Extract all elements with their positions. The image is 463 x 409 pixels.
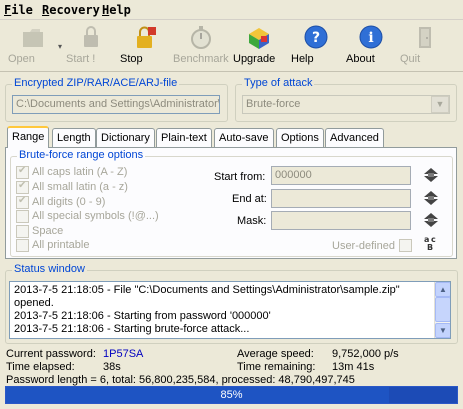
quit-door-icon: [412, 24, 438, 50]
tab-dictionary[interactable]: Dictionary: [96, 128, 155, 147]
tab-length[interactable]: Length: [52, 128, 96, 147]
progress-label: 85%: [220, 389, 243, 401]
start-lock-icon: [78, 24, 104, 50]
space-label: Space: [32, 225, 64, 237]
time-remaining-label: Time remaining:: [237, 361, 316, 373]
end-at-label: End at:: [232, 193, 267, 205]
user-defined-checkbox[interactable]: [399, 239, 412, 252]
all-digits-checkbox[interactable]: [16, 195, 29, 209]
tab-auto-save[interactable]: Auto-save: [214, 128, 274, 147]
scroll-thumb[interactable]: [435, 297, 450, 322]
attack-type-dropdown-icon[interactable]: ▼: [431, 96, 449, 113]
status-log[interactable]: 2013-7-5 21:18:05 - File "C:\Documents a…: [9, 281, 451, 339]
all-caps-latin-label: All caps latin (A - Z): [32, 166, 128, 178]
benchmark-button[interactable]: Benchmark: [173, 22, 229, 70]
all-special-symbols-label: All special symbols (!@...): [32, 210, 159, 222]
end-at-input[interactable]: [271, 189, 411, 208]
scroll-up-icon[interactable]: ▲: [435, 282, 450, 297]
charset-abc-icon[interactable]: acB: [423, 234, 439, 252]
menu-file[interactable]: File: [4, 3, 33, 17]
tab-range[interactable]: Range: [7, 126, 50, 148]
mask-arrows-icon[interactable]: [423, 212, 439, 228]
space-checkbox[interactable]: [16, 225, 29, 238]
about-info-icon: i: [358, 24, 384, 50]
stop-lock-icon: [132, 24, 158, 50]
progress-bar: 85%: [5, 386, 458, 404]
start-from-arrows-icon[interactable]: [423, 167, 439, 183]
all-special-symbols-checkbox[interactable]: [16, 210, 29, 223]
mask-input[interactable]: [271, 211, 411, 230]
menu-bar: File Recovery Help: [0, 0, 463, 20]
stop-button[interactable]: Stop: [120, 22, 170, 70]
upgrade-button[interactable]: Upgrade: [233, 22, 285, 70]
help-button[interactable]: ? Help: [291, 22, 341, 70]
attack-type-value: Brute-force: [246, 98, 301, 110]
time-elapsed-value: 38s: [103, 361, 121, 373]
current-password-value: 1P57SA: [103, 348, 144, 360]
all-small-latin-checkbox[interactable]: [16, 180, 29, 194]
stopwatch-icon: [188, 24, 214, 50]
start-from-input[interactable]: 000000: [271, 166, 411, 185]
menu-recovery[interactable]: Recovery: [42, 3, 100, 17]
quit-button[interactable]: Quit: [400, 22, 450, 70]
status-scrollbar[interactable]: ▲ ▼: [434, 282, 450, 338]
help-question-icon: ?: [303, 24, 329, 50]
about-button[interactable]: i About: [346, 22, 396, 70]
mask-label: Mask:: [237, 215, 267, 227]
average-speed-value: 9,752,000 p/s: [332, 348, 399, 360]
tab-options[interactable]: Options: [276, 128, 324, 147]
encrypted-file-group: Encrypted ZIP/RAR/ACE/ARJ-file C:\Docume…: [5, 77, 228, 122]
all-printable-label: All printable: [32, 239, 90, 251]
svg-text:B: B: [427, 243, 433, 252]
time-elapsed-label: Time elapsed:: [6, 361, 75, 373]
attack-type-group-title: Type of attack: [242, 77, 315, 89]
open-button[interactable]: Open: [8, 22, 58, 70]
status-line: opened.: [14, 297, 54, 309]
attack-type-group: Type of attack Brute-force ▼: [235, 77, 457, 122]
status-window-title: Status window: [12, 263, 87, 275]
encrypted-file-group-title: Encrypted ZIP/RAR/ACE/ARJ-file: [12, 77, 180, 89]
start-button[interactable]: Start !: [66, 22, 116, 70]
attack-type-select[interactable]: Brute-force: [242, 95, 450, 114]
encrypted-file-path-field[interactable]: C:\Documents and Settings\Administrator\: [12, 95, 220, 114]
time-remaining-value: 13m 41s: [332, 361, 375, 373]
scroll-down-icon[interactable]: ▼: [435, 323, 450, 338]
svg-text:?: ?: [312, 30, 320, 46]
upgrade-box-icon: [246, 24, 272, 50]
end-at-arrows-icon[interactable]: [423, 190, 439, 206]
all-caps-latin-checkbox[interactable]: [16, 165, 29, 179]
average-speed-label: Average speed:: [237, 348, 314, 360]
open-folder-icon: [20, 24, 46, 50]
brute-force-range-title: Brute-force range options: [17, 149, 146, 161]
toolbar: Open ▾ Start ! Stop Benchmark Upgrade ? …: [0, 20, 463, 72]
user-defined-label: User-defined: [332, 240, 395, 252]
tab-advanced[interactable]: Advanced: [325, 128, 384, 147]
svg-text:i: i: [368, 30, 373, 46]
status-line: 2013-7-5 21:18:06 - Starting brute-force…: [14, 323, 250, 335]
current-password-label: Current password:: [6, 348, 96, 360]
all-printable-checkbox[interactable]: [16, 239, 29, 252]
open-dropdown-arrow-icon[interactable]: ▾: [58, 42, 62, 51]
all-small-latin-label: All small latin (a - z): [32, 181, 128, 193]
start-from-label: Start from:: [214, 171, 266, 183]
all-digits-label: All digits (0 - 9): [32, 196, 106, 208]
status-line: 2013-7-5 21:18:05 - File "C:\Documents a…: [14, 284, 400, 296]
progress-summary: Password length = 6, total: 56,800,235,5…: [6, 374, 355, 386]
status-line: 2013-7-5 21:18:06 - Starting from passwo…: [14, 310, 271, 322]
tab-plain-text[interactable]: Plain-text: [156, 128, 212, 147]
menu-help[interactable]: Help: [102, 3, 131, 17]
